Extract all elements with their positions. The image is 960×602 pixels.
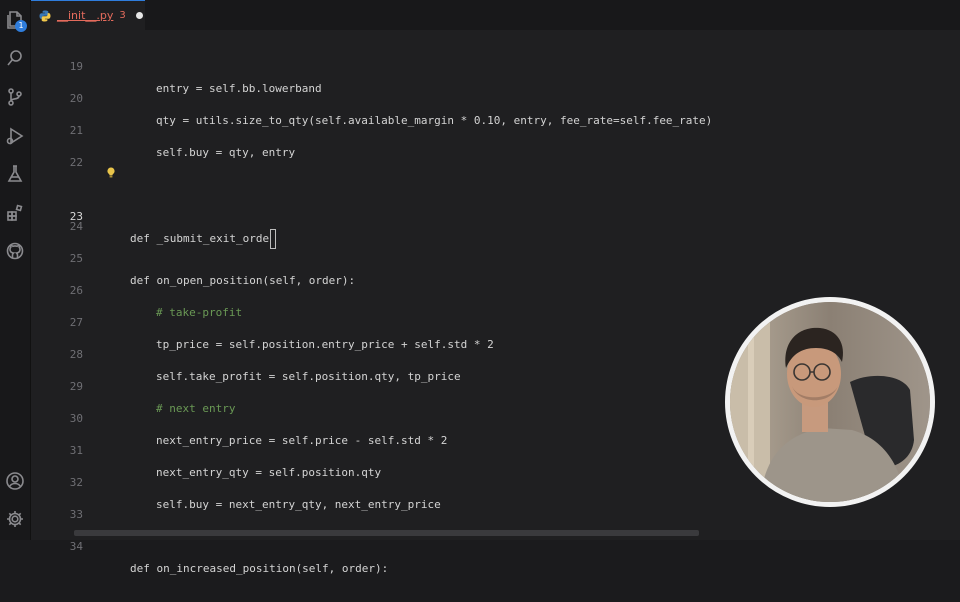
- github-icon[interactable]: [3, 239, 27, 263]
- code-line[interactable]: 21 self.buy = qty, entry: [31, 98, 960, 159]
- run-debug-icon[interactable]: [3, 124, 27, 148]
- presenter-video-image: [730, 302, 930, 502]
- code-line[interactable]: 25 def on_open_position(self, order):: [31, 226, 960, 287]
- tab-problem-count: 3: [119, 10, 126, 21]
- source-control-icon[interactable]: [3, 85, 27, 109]
- extensions-icon[interactable]: [3, 201, 27, 225]
- search-icon[interactable]: [3, 46, 27, 70]
- tab-label: __init__.py: [57, 9, 114, 22]
- code-text: def on_increased_position(self, order):: [130, 562, 389, 575]
- horizontal-scrollbar[interactable]: [74, 530, 699, 536]
- python-file-icon: [39, 10, 51, 21]
- line-number: 34: [69, 540, 83, 553]
- testing-icon[interactable]: [3, 162, 27, 186]
- tab-bar: __init__.py 3: [31, 0, 960, 30]
- account-icon[interactable]: [3, 469, 27, 493]
- unsaved-dot-icon[interactable]: [135, 12, 143, 19]
- code-line[interactable]: 20 qty = utils.size_to_qty(self.availabl…: [31, 66, 960, 127]
- code-line[interactable]: 22: [31, 130, 960, 169]
- explorer-badge: 1: [15, 20, 27, 32]
- gear-icon[interactable]: [3, 507, 27, 531]
- code-line-active[interactable]: 23 def _submit_exit_orde: [31, 162, 960, 249]
- activity-bar: 1: [0, 0, 31, 540]
- code-line[interactable]: 19 entry = self.bb.lowerband: [31, 34, 960, 95]
- code-line[interactable]: 24: [31, 194, 960, 233]
- tab-init-py[interactable]: __init__.py 3: [31, 0, 145, 30]
- files-icon[interactable]: 1: [3, 8, 27, 32]
- code-line[interactable]: 26 # take-profit: [31, 258, 960, 319]
- lightbulb-icon[interactable]: [106, 167, 116, 179]
- webcam-overlay: [725, 297, 935, 507]
